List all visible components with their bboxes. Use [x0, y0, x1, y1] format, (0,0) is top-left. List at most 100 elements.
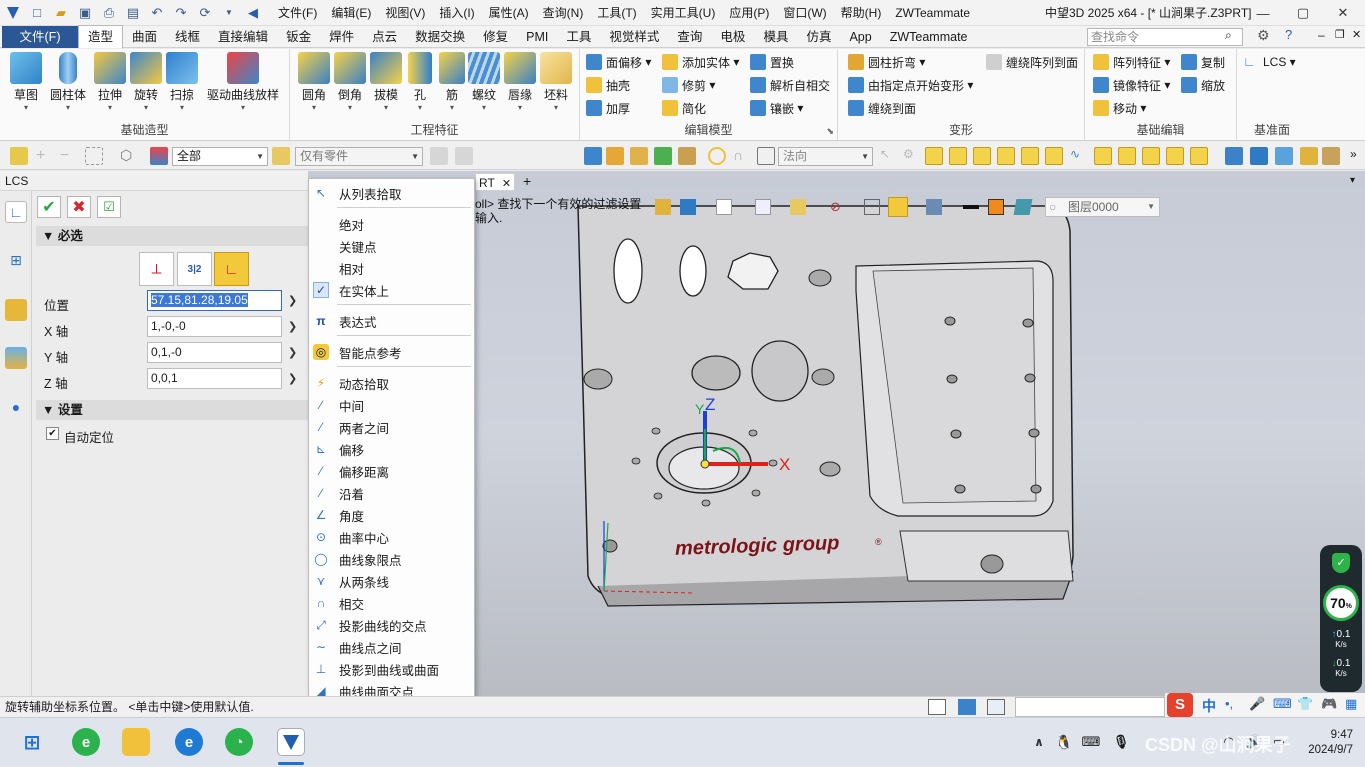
- add-tab-icon[interactable]: +: [523, 173, 531, 189]
- status-input[interactable]: [1015, 697, 1165, 717]
- print-icon[interactable]: ⎙: [100, 4, 118, 22]
- layer-select[interactable]: ○ 图层0000 ▼: [1045, 197, 1160, 217]
- fillet-button[interactable]: 圆角 ▾: [294, 52, 334, 113]
- menu-window[interactable]: 窗口(W): [776, 0, 833, 26]
- mic-tray-icon[interactable]: 🎙: [1107, 728, 1135, 756]
- face-snap-icon[interactable]: [1166, 147, 1184, 165]
- snapshot-icon[interactable]: [654, 147, 672, 165]
- material-icon[interactable]: [1013, 199, 1033, 215]
- color-swatch-icon[interactable]: [988, 199, 1004, 215]
- smart-snap-icon[interactable]: [708, 147, 726, 165]
- emboss-button[interactable]: 镶嵌 ▾: [750, 98, 803, 118]
- menu-insert[interactable]: 插入(I): [432, 0, 481, 26]
- tab-app[interactable]: App: [840, 26, 880, 48]
- filter-icon[interactable]: [150, 147, 168, 165]
- dialog-launcher-icon[interactable]: ⬊: [826, 126, 834, 137]
- arc-snap-icon[interactable]: [1118, 147, 1136, 165]
- menu-attribute[interactable]: 属性(A): [482, 0, 536, 26]
- tab-electrode[interactable]: 电极: [711, 26, 754, 48]
- x-axis-field[interactable]: 1,-0,-0: [147, 316, 282, 337]
- tab-mold[interactable]: 模具: [754, 26, 797, 48]
- stop-icon[interactable]: [757, 147, 775, 165]
- open-folder-icon[interactable]: ▰: [52, 4, 70, 22]
- menu-item-16[interactable]: ⋎ 从两条线: [309, 570, 474, 592]
- tab-direct-edit[interactable]: 直接编辑: [209, 26, 277, 48]
- position-options-icon[interactable]: ❯: [288, 294, 297, 307]
- lcs-panel-icon[interactable]: ∟: [5, 201, 27, 223]
- chamfer-button[interactable]: 倒角 ▾: [330, 52, 370, 113]
- tab-repair[interactable]: 修复: [474, 26, 517, 48]
- sogou-icon[interactable]: S: [1167, 693, 1193, 717]
- play-snap-icon[interactable]: [925, 147, 943, 165]
- menu-item-15[interactable]: ◯ 曲线象限点: [309, 548, 474, 570]
- mirror-feature-button[interactable]: 镜像特征 ▾: [1093, 75, 1170, 95]
- shell-button[interactable]: 抽壳: [586, 75, 630, 95]
- microphone-icon[interactable]: 🎤: [1249, 696, 1265, 712]
- wrap-pattern-button[interactable]: 缠绕阵列到面: [986, 52, 1078, 72]
- qq-icon[interactable]: 🐧: [1050, 728, 1078, 756]
- view-frame-icon[interactable]: [790, 199, 806, 215]
- position-field[interactable]: 57.15,81.28,19.05: [147, 290, 282, 311]
- tab-file[interactable]: 文件(F): [2, 25, 78, 48]
- points-snap-icon[interactable]: [949, 147, 967, 165]
- settings-section-header[interactable]: ▼ 设置: [36, 400, 308, 420]
- solid-snap-icon[interactable]: [1190, 147, 1208, 165]
- menu-item-11[interactable]: ⁄ 偏移距离: [309, 460, 474, 482]
- view-layout-icon[interactable]: [888, 197, 908, 217]
- file-explorer-icon[interactable]: [122, 728, 150, 756]
- undo-icon[interactable]: ↶: [148, 4, 166, 22]
- windows-start-icon[interactable]: ⊞: [18, 728, 46, 756]
- normal-select[interactable]: 法向 ▼: [778, 147, 873, 166]
- history-tree-icon[interactable]: ⊞: [5, 249, 27, 271]
- z-axis-field[interactable]: 0,0,1: [147, 368, 282, 389]
- search-icon[interactable]: ⌕: [1225, 28, 1232, 43]
- stock-button[interactable]: 坯料 ▾: [536, 52, 576, 113]
- menu-item-18[interactable]: ⤢ 投影曲线的交点: [309, 614, 474, 636]
- menu-item-10[interactable]: ⊾ 偏移: [309, 438, 474, 460]
- revolve-button[interactable]: 旋转 ▾: [126, 52, 166, 113]
- tab-surface[interactable]: 曲面: [123, 26, 166, 48]
- line-snap-icon[interactable]: [973, 147, 991, 165]
- menu-item-1[interactable]: 绝对: [309, 213, 474, 235]
- palette-icon[interactable]: [678, 147, 696, 165]
- menu-zwteammate[interactable]: ZWTeammate: [888, 0, 977, 26]
- new-file-icon[interactable]: □: [28, 4, 46, 22]
- menu-query[interactable]: 查询(N): [536, 0, 591, 26]
- game-icon[interactable]: 🎮: [1321, 696, 1337, 712]
- face-offset-button[interactable]: 面偏移 ▾: [586, 52, 651, 72]
- lcs-mode-three-point-icon[interactable]: 3|2: [177, 252, 212, 286]
- save-icon[interactable]: ▣: [76, 4, 94, 22]
- close-button[interactable]: ✕: [1325, 0, 1361, 26]
- tab-zwteammate[interactable]: ZWTeammate: [881, 26, 977, 48]
- line-snap-2-icon[interactable]: [997, 147, 1015, 165]
- doc-close-icon[interactable]: ✕: [1352, 28, 1361, 41]
- clock[interactable]: 9:47 2024/9/7: [1308, 728, 1353, 758]
- replace-button[interactable]: 置换: [750, 52, 794, 72]
- menu-item-3[interactable]: 相对: [309, 257, 474, 279]
- skin-icon[interactable]: 👕: [1297, 696, 1313, 712]
- toolbar-overflow-icon[interactable]: »: [1350, 147, 1365, 165]
- print-preview-icon[interactable]: ▤: [124, 4, 142, 22]
- menu-item-12[interactable]: ⁄ 沿着: [309, 482, 474, 504]
- cylinder-button[interactable]: 圆柱体 ▾: [48, 52, 88, 113]
- z-axis-options-icon[interactable]: ❯: [288, 372, 297, 385]
- minimize-button[interactable]: —: [1245, 0, 1281, 26]
- circle-snap-icon[interactable]: [1021, 147, 1039, 165]
- cube-3-icon[interactable]: [1300, 147, 1318, 165]
- tab-weldment[interactable]: 焊件: [320, 26, 363, 48]
- tab-tools[interactable]: 工具: [557, 26, 600, 48]
- sweep-button[interactable]: 扫掠 ▾: [162, 52, 202, 113]
- trim-button[interactable]: 修剪 ▾: [662, 75, 715, 95]
- apply-button[interactable]: ☑: [97, 196, 121, 218]
- view-shade-icon[interactable]: [655, 199, 671, 215]
- menu-item-6[interactable]: ◎ 智能点参考: [309, 341, 474, 363]
- tab-point-cloud[interactable]: 点云: [363, 26, 406, 48]
- cylinder-bend-button[interactable]: 圆柱折弯 ▾: [848, 52, 925, 72]
- auto-locate-checkbox[interactable]: ✔: [46, 427, 59, 440]
- move-button[interactable]: 移动 ▾: [1093, 98, 1146, 118]
- user-icon[interactable]: ●: [5, 396, 27, 418]
- add-solid-button[interactable]: 添加实体 ▾: [662, 52, 739, 72]
- settings-disabled-icon[interactable]: ⚙: [903, 147, 921, 165]
- doc-restore-icon[interactable]: ❐: [1335, 28, 1345, 41]
- grid-icon[interactable]: [606, 147, 624, 165]
